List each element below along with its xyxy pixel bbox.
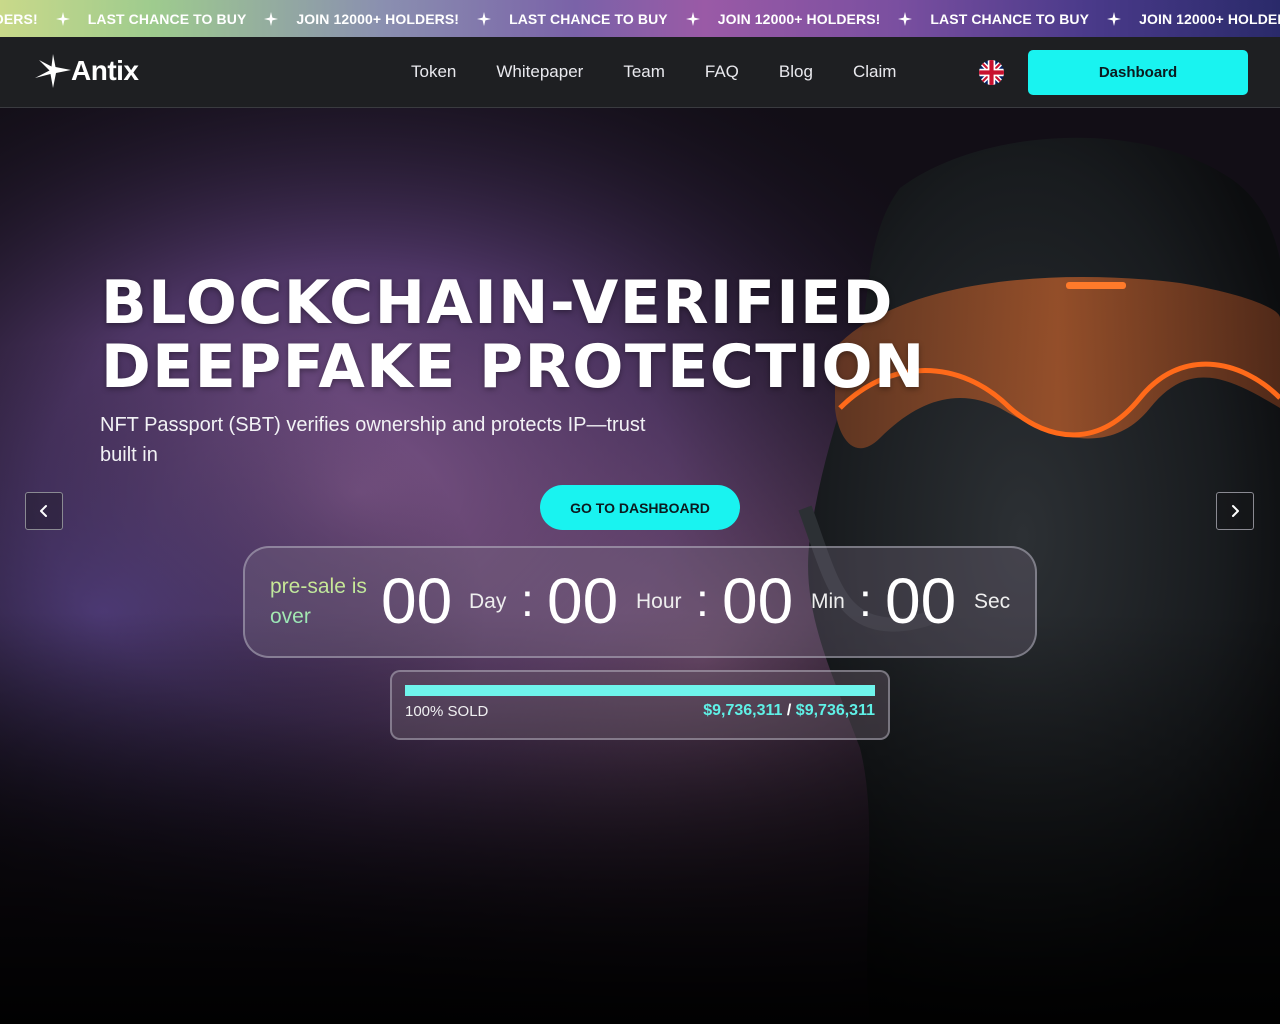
uk-flag-icon	[979, 60, 1004, 85]
go-to-dashboard-button[interactable]: GO TO DASHBOARD	[540, 485, 740, 530]
countdown-minutes: 00	[722, 565, 794, 637]
ticker-item: LAST CHANCE TO BUY	[930, 11, 1139, 27]
sold-label: 100% SOLD	[405, 703, 489, 720]
countdown-separator: :	[859, 574, 872, 626]
countdown-hour-label: Hour	[636, 590, 682, 613]
sparkle-icon	[685, 11, 700, 26]
sparkle-icon	[477, 11, 492, 26]
ticker-item: JOIN 12000+ HOLDERS!	[296, 11, 509, 27]
sparkle-icon	[898, 11, 913, 26]
nav-token[interactable]: Token	[391, 62, 476, 82]
sparkle-icon	[1107, 11, 1122, 26]
language-selector[interactable]	[979, 60, 1004, 85]
countdown-status: pre-sale is over	[270, 572, 370, 632]
progress-track	[405, 685, 875, 696]
logo[interactable]: Antix	[33, 51, 139, 91]
nav-whitepaper[interactable]: Whitepaper	[476, 62, 603, 82]
countdown-separator: :	[521, 574, 534, 626]
hero-subtitle: NFT Passport (SBT) verifies ownership an…	[100, 414, 646, 466]
sale-progress: 100% SOLD $9,736,311 / $9,736,311	[390, 670, 890, 740]
ticker-text: LDERS!	[0, 10, 38, 27]
star-logo-icon	[35, 54, 71, 88]
nav-blog[interactable]: Blog	[759, 62, 833, 82]
countdown-separator: :	[696, 574, 709, 626]
ticker-text: LAST CHANCE TO BUY	[87, 10, 247, 27]
nav-faq[interactable]: FAQ	[685, 62, 759, 82]
site-header: Antix Token Whitepaper Team FAQ Blog Cla…	[0, 37, 1280, 108]
hero-headline: BLOCKCHAIN-VERIFIED DEEPFAKE PROTECTION	[101, 271, 926, 399]
chevron-right-icon	[1232, 505, 1239, 517]
ticker-text: LAST CHANCE TO BUY	[930, 10, 1090, 27]
hero-section: BLOCKCHAIN-VERIFIED DEEPFAKE PROTECTION …	[0, 108, 1280, 1024]
ticker-track: LDERS! LAST CHANCE TO BUY JOIN 12000+ HO…	[0, 0, 1280, 37]
nav-claim[interactable]: Claim	[833, 62, 916, 82]
sparkle-icon	[55, 11, 70, 26]
amount-divider: /	[786, 702, 792, 719]
sparkle-icon	[264, 11, 279, 26]
ticker-item: LDERS!	[0, 11, 88, 27]
dashboard-button[interactable]: Dashboard	[1028, 50, 1248, 95]
progress-fill	[405, 685, 875, 696]
ticker-text: JOIN 12000+ HOLDERS!	[1139, 10, 1280, 27]
ticker-item: LAST CHANCE TO BUY	[88, 11, 297, 27]
presale-countdown: pre-sale is over 00 Day : 00 Hour : 00 M…	[243, 546, 1037, 658]
countdown-hours: 00	[547, 565, 619, 637]
raised-amount: $9,736,311	[703, 702, 783, 719]
ticker-text: LAST CHANCE TO BUY	[509, 10, 668, 27]
countdown-days: 00	[381, 565, 453, 637]
ticker-text: JOIN 12000+ HOLDERS!	[296, 10, 460, 27]
goal-amount: $9,736,311	[795, 702, 875, 719]
announcement-ticker: LDERS! LAST CHANCE TO BUY JOIN 12000+ HO…	[0, 0, 1280, 37]
headline-line-2: DEEPFAKE PROTECTION	[101, 332, 926, 402]
logo-text: Antix	[71, 55, 139, 86]
prev-slide-button[interactable]	[25, 492, 63, 530]
next-slide-button[interactable]	[1216, 492, 1254, 530]
chevron-left-icon	[40, 505, 47, 517]
countdown-sec-label: Sec	[974, 590, 1011, 613]
raised-amounts: $9,736,311 / $9,736,311	[703, 702, 875, 720]
ticker-item: JOIN 12000+ HOLDERS!	[718, 11, 931, 27]
nav-team[interactable]: Team	[603, 62, 685, 82]
countdown-min-label: Min	[811, 590, 845, 613]
headline-line-1: BLOCKCHAIN-VERIFIED	[101, 268, 894, 338]
ticker-text: JOIN 12000+ HOLDERS!	[717, 10, 881, 27]
ticker-item: JOIN 12000+ HOLDERS!	[1139, 11, 1280, 27]
countdown-seconds: 00	[885, 565, 957, 637]
ticker-item: LAST CHANCE TO BUY	[509, 11, 718, 27]
countdown-day-label: Day	[469, 590, 507, 613]
main-nav: Token Whitepaper Team FAQ Blog Claim	[391, 37, 916, 107]
